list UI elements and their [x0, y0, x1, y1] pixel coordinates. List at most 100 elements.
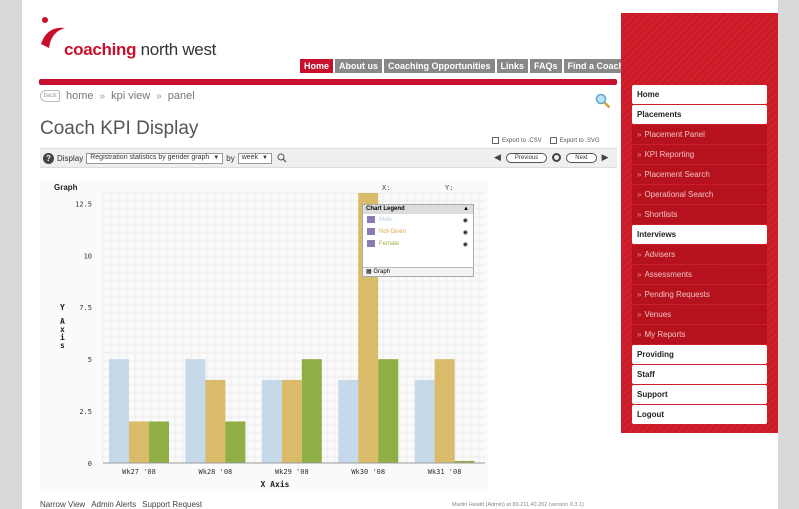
period-select[interactable]: week ▼ [237, 152, 272, 164]
legend-title: Chart Legend [366, 206, 405, 212]
eye-icon[interactable]: ◉ [463, 241, 468, 248]
chart-icon [367, 216, 375, 224]
bar-not-given [434, 359, 455, 463]
side-panel: HomePlacementsPlacement PanelKPI Reporti… [621, 13, 778, 433]
nav-links[interactable]: Links [496, 59, 529, 73]
chart-icon [367, 228, 375, 236]
previous-button[interactable]: Previous [505, 152, 548, 163]
x-tick-label: Wk29 '08 [275, 468, 309, 476]
y-tick-label: 10 [84, 252, 92, 260]
side-menu-item-pending-requests[interactable]: Pending Requests [632, 285, 767, 304]
narrow-view-link[interactable]: Narrow View [40, 500, 85, 509]
logo-brand-rest: north west [136, 40, 217, 59]
legend-footer-label: Graph [373, 269, 391, 275]
bar-male [414, 379, 435, 463]
search-icon[interactable] [595, 93, 611, 109]
logo[interactable]: coaching north west [64, 40, 216, 60]
bar-not-given [205, 379, 226, 463]
x-tick-label: Wk31 '08 [428, 468, 462, 476]
side-menu-item-placement-search[interactable]: Placement Search [632, 165, 767, 184]
side-menu-item-advisers[interactable]: Advisers [632, 245, 767, 264]
breadcrumb-separator: » [156, 90, 162, 102]
legend-header[interactable]: Chart Legend ▲ [363, 205, 473, 214]
nav-find-a-coach[interactable]: Find a Coach [563, 59, 629, 73]
back-icon[interactable]: back [40, 90, 60, 102]
legend-footer: ▦ Graph [363, 267, 473, 276]
bar-male [185, 359, 206, 463]
export-csv-link[interactable]: Export to .CSV [492, 137, 542, 144]
footer-links: Narrow View Admin Alerts Support Request [40, 500, 202, 509]
side-menu-item-venues[interactable]: Venues [632, 305, 767, 324]
side-menu-item-placement-panel[interactable]: Placement Panel [632, 125, 767, 144]
side-menu-item-home[interactable]: Home [632, 85, 767, 104]
graph-select[interactable]: Registration statistics by gender graph ▼ [86, 152, 224, 164]
legend-label-male: Male [379, 217, 393, 224]
side-menu-item-kpi-reporting[interactable]: KPI Reporting [632, 145, 767, 164]
breadcrumb-home[interactable]: home [66, 90, 94, 102]
eye-icon[interactable]: ◉ [463, 217, 468, 224]
nav-faqs[interactable]: FAQs [530, 59, 562, 73]
chevron-down-icon: ▼ [262, 155, 268, 161]
side-menu-item-placements[interactable]: Placements [632, 105, 767, 124]
reset-icon[interactable] [552, 153, 562, 162]
side-menu: HomePlacementsPlacement PanelKPI Reporti… [632, 85, 767, 425]
side-menu-item-providing[interactable]: Providing [632, 345, 767, 364]
pager: ◀ Previous Next ▶ [494, 152, 609, 163]
legend-item-male[interactable]: Male ◉ [363, 214, 473, 226]
chart-icon [367, 240, 375, 248]
legend-label-not-given: Not-Given [379, 229, 407, 236]
side-menu-item-interviews[interactable]: Interviews [632, 225, 767, 244]
side-menu-item-staff[interactable]: Staff [632, 365, 767, 384]
top-navigation: Home About us Coaching Opportunities Lin… [300, 59, 629, 73]
legend-label-female: Female [379, 241, 400, 248]
bar-male [261, 379, 282, 463]
bar-male [109, 359, 129, 463]
y-tick-label: 12.5 [75, 200, 92, 208]
search-icon[interactable] [277, 153, 287, 163]
bar-female [301, 359, 322, 463]
admin-alerts-link[interactable]: Admin Alerts [91, 500, 136, 509]
y-tick-label: 7.5 [79, 304, 92, 312]
support-request-link[interactable]: Support Request [142, 500, 202, 509]
nav-coaching-opportunities[interactable]: Coaching Opportunities [384, 59, 495, 73]
period-select-value: week [241, 154, 259, 161]
y-axis-label-letter: s [60, 341, 65, 350]
x-tick-label: Wk28 '08 [199, 468, 233, 476]
next-button[interactable]: Next [566, 152, 597, 163]
bar-not-given [129, 421, 149, 463]
x-axis-label: X Axis [261, 479, 290, 489]
bar-female [378, 359, 399, 463]
y-axis-label-y: Y [60, 303, 65, 312]
side-menu-item-operational-search[interactable]: Operational Search [632, 185, 767, 204]
side-menu-item-my-reports[interactable]: My Reports [632, 325, 767, 344]
side-menu-item-support[interactable]: Support [632, 385, 767, 404]
arrow-right-icon: ▶ [601, 152, 609, 162]
footer-status: Martin Hewitt (Admin) at 89.211.40.202 (… [452, 502, 584, 508]
side-menu-item-shortlists[interactable]: Shortlists [632, 205, 767, 224]
svg-icon [549, 137, 557, 144]
eye-icon[interactable]: ◉ [463, 229, 468, 236]
csv-icon [492, 137, 499, 144]
chart-title: Graph [54, 183, 78, 192]
display-label: Display [57, 153, 84, 163]
breadcrumb-panel: panel [167, 90, 195, 102]
collapse-icon[interactable]: ▲ [463, 205, 469, 214]
legend-item-female[interactable]: Female ◉ [363, 238, 473, 250]
side-menu-item-assessments[interactable]: Assessments [632, 265, 767, 284]
nav-home[interactable]: Home [300, 59, 334, 73]
bar-not-given [281, 379, 302, 463]
nav-about-us[interactable]: About us [335, 59, 383, 73]
bar-male [338, 379, 359, 463]
arrow-left-icon: ◀ [494, 152, 501, 162]
legend-item-not-given[interactable]: Not-Given ◉ [363, 226, 473, 238]
y-tick-label: 0 [88, 460, 92, 468]
x-tick-label: Wk27 '08 [122, 468, 156, 476]
help-icon[interactable]: ? [43, 152, 54, 164]
y-tick-label: 5 [88, 356, 92, 364]
bar-female [149, 421, 169, 463]
side-menu-item-logout[interactable]: Logout [632, 405, 767, 424]
chart-legend[interactable]: Chart Legend ▲ Male ◉ Not-Given ◉ Female … [362, 204, 474, 277]
breadcrumb-kpi-view[interactable]: kpi view [111, 90, 150, 102]
export-svg-link[interactable]: Export to .SVG [549, 137, 600, 144]
logo-brand-bold: coaching [64, 40, 137, 59]
